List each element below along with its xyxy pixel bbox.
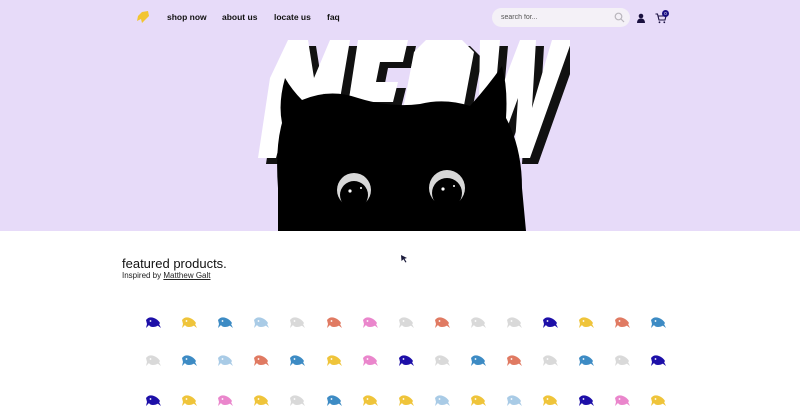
fish-icon[interactable]: [614, 316, 631, 329]
section-title: featured products.: [122, 256, 227, 271]
fish-icon[interactable]: [398, 354, 415, 367]
nav-link-faq[interactable]: faq: [327, 12, 340, 22]
fish-icon[interactable]: [362, 316, 379, 329]
fish-icon[interactable]: [650, 316, 667, 329]
fish-icon[interactable]: [470, 316, 487, 329]
fish-icon[interactable]: [217, 316, 234, 329]
fish-icon[interactable]: [434, 354, 451, 367]
credit-line: Inspired by Matthew Galt: [122, 271, 211, 280]
fish-icon[interactable]: [614, 354, 631, 367]
fish-icon[interactable]: [578, 316, 595, 329]
fish-icon[interactable]: [289, 316, 306, 329]
fish-icon[interactable]: [253, 354, 270, 367]
fish-icon[interactable]: [326, 354, 343, 367]
fish-icon[interactable]: [253, 394, 270, 407]
meow-cat-illustration: [258, 40, 570, 231]
fish-icon[interactable]: [326, 316, 343, 329]
fish-icon[interactable]: [506, 354, 523, 367]
search-icon[interactable]: [614, 12, 625, 23]
fish-icon[interactable]: [650, 394, 667, 407]
fish-icon[interactable]: [253, 316, 270, 329]
fish-icon[interactable]: [217, 394, 234, 407]
fish-icon[interactable]: [434, 316, 451, 329]
fish-icon[interactable]: [614, 394, 631, 407]
nav-link-about-us[interactable]: about us: [222, 12, 257, 22]
credit-prefix: Inspired by: [122, 271, 162, 280]
fish-icon[interactable]: [326, 394, 343, 407]
fish-icon[interactable]: [145, 316, 162, 329]
fish-icon[interactable]: [145, 394, 162, 407]
hero-banner: shop now about us locate us faq 0: [0, 0, 800, 231]
user-icon[interactable]: [636, 13, 646, 23]
fish-icon[interactable]: [181, 354, 198, 367]
nav-link-locate-us[interactable]: locate us: [274, 12, 311, 22]
fish-icon[interactable]: [289, 394, 306, 407]
fish-icon[interactable]: [181, 316, 198, 329]
credit-link[interactable]: Matthew Galt: [163, 271, 210, 280]
fish-icon[interactable]: [289, 354, 306, 367]
fish-icon[interactable]: [542, 316, 559, 329]
fish-icon[interactable]: [217, 354, 234, 367]
fish-icon[interactable]: [542, 354, 559, 367]
fish-icon[interactable]: [362, 394, 379, 407]
cart-count-badge: 0: [662, 10, 669, 17]
top-navigation: shop now about us locate us faq 0: [0, 0, 800, 36]
fish-icon[interactable]: [578, 354, 595, 367]
fish-icon[interactable]: [470, 354, 487, 367]
fish-icon[interactable]: [145, 354, 162, 367]
fish-logo-icon[interactable]: [136, 10, 150, 24]
fish-icon[interactable]: [398, 394, 415, 407]
nav-link-shop-now[interactable]: shop now: [167, 12, 207, 22]
fish-icon[interactable]: [506, 316, 523, 329]
fish-icon[interactable]: [650, 354, 667, 367]
fish-icon[interactable]: [181, 394, 198, 407]
fish-icon[interactable]: [470, 394, 487, 407]
fish-icon[interactable]: [434, 394, 451, 407]
fish-icon[interactable]: [398, 316, 415, 329]
mouse-cursor-icon: [401, 255, 407, 263]
search-box: [492, 8, 630, 27]
fish-icon[interactable]: [362, 354, 379, 367]
fish-icon[interactable]: [542, 394, 559, 407]
search-input[interactable]: [501, 10, 609, 25]
fish-icon[interactable]: [578, 394, 595, 407]
fish-icon[interactable]: [506, 394, 523, 407]
